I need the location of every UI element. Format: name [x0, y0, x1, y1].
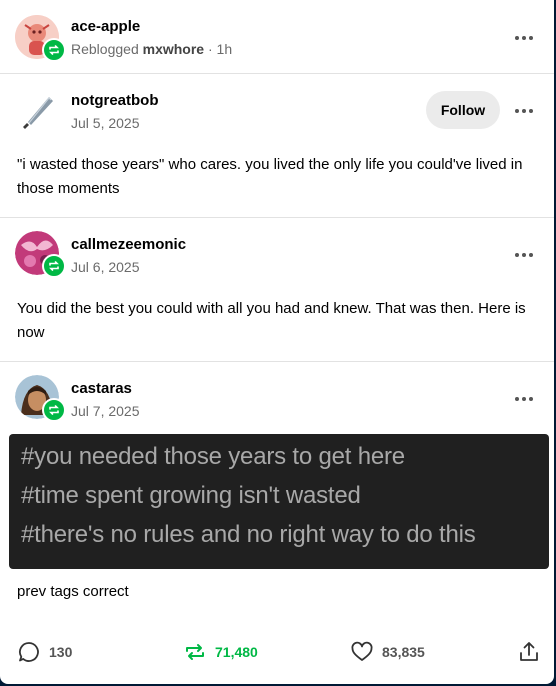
reblog-icon	[186, 644, 204, 660]
post-text: prev tags correct	[17, 583, 129, 600]
reblog-button[interactable]: 71,480	[183, 640, 258, 664]
share-button[interactable]	[517, 640, 541, 664]
more-options-button[interactable]	[509, 391, 539, 407]
more-options-button[interactable]	[509, 247, 539, 263]
reblogged-line: Reblogged mxwhore · 1h	[71, 41, 232, 57]
post-text: You did the best you could with all you …	[17, 300, 526, 341]
follow-button[interactable]: Follow	[426, 91, 500, 129]
tags-screenshot-image: #you needed those years to get here #tim…	[9, 434, 549, 569]
comments-button[interactable]: 130	[17, 640, 72, 664]
reblog-time: · 1h	[207, 41, 233, 57]
reblog-count: 71,480	[215, 644, 258, 660]
post-date[interactable]: Jul 7, 2025	[71, 403, 140, 419]
reblog-header: ace-apple Reblogged mxwhore · 1h	[0, 0, 554, 74]
more-options-button[interactable]	[509, 103, 539, 119]
reblogged-prefix: Reblogged	[71, 41, 139, 57]
post-text: "i wasted those years" who cares. you li…	[17, 156, 523, 197]
post-username[interactable]: notgreatbob	[71, 92, 159, 109]
post-callmezeemonic: callmezeemonic Jul 6, 2025 You did the b…	[0, 217, 554, 362]
knife-icon	[23, 97, 53, 129]
tag-line: #there's no rules and no right way to do…	[21, 521, 476, 548]
avatar-notgreatbob[interactable]	[15, 89, 59, 133]
reblog-badge-icon	[42, 254, 66, 278]
post-date[interactable]: Jul 5, 2025	[71, 115, 140, 131]
reblogged-from-link[interactable]: mxwhore	[143, 41, 204, 57]
heart-icon	[351, 641, 373, 661]
tag-line: #time spent growing isn't wasted	[21, 482, 361, 509]
post-username[interactable]: castaras	[71, 380, 132, 397]
more-options-button[interactable]	[509, 30, 539, 46]
post-username[interactable]: callmezeemonic	[71, 236, 186, 253]
reblog-badge-icon	[42, 398, 66, 422]
like-count: 83,835	[382, 644, 425, 660]
header-username[interactable]: ace-apple	[71, 18, 140, 35]
like-button[interactable]: 83,835	[350, 640, 425, 664]
comment-icon	[19, 642, 39, 662]
post-card: ace-apple Reblogged mxwhore · 1h notgrea…	[0, 0, 554, 684]
share-icon	[520, 642, 538, 661]
reblog-badge-icon	[42, 38, 66, 62]
post-notgreatbob: notgreatbob Jul 5, 2025 Follow "i wasted…	[0, 73, 554, 218]
post-date[interactable]: Jul 6, 2025	[71, 259, 140, 275]
tag-line: #you needed those years to get here	[21, 443, 405, 470]
comment-count: 130	[49, 644, 73, 660]
